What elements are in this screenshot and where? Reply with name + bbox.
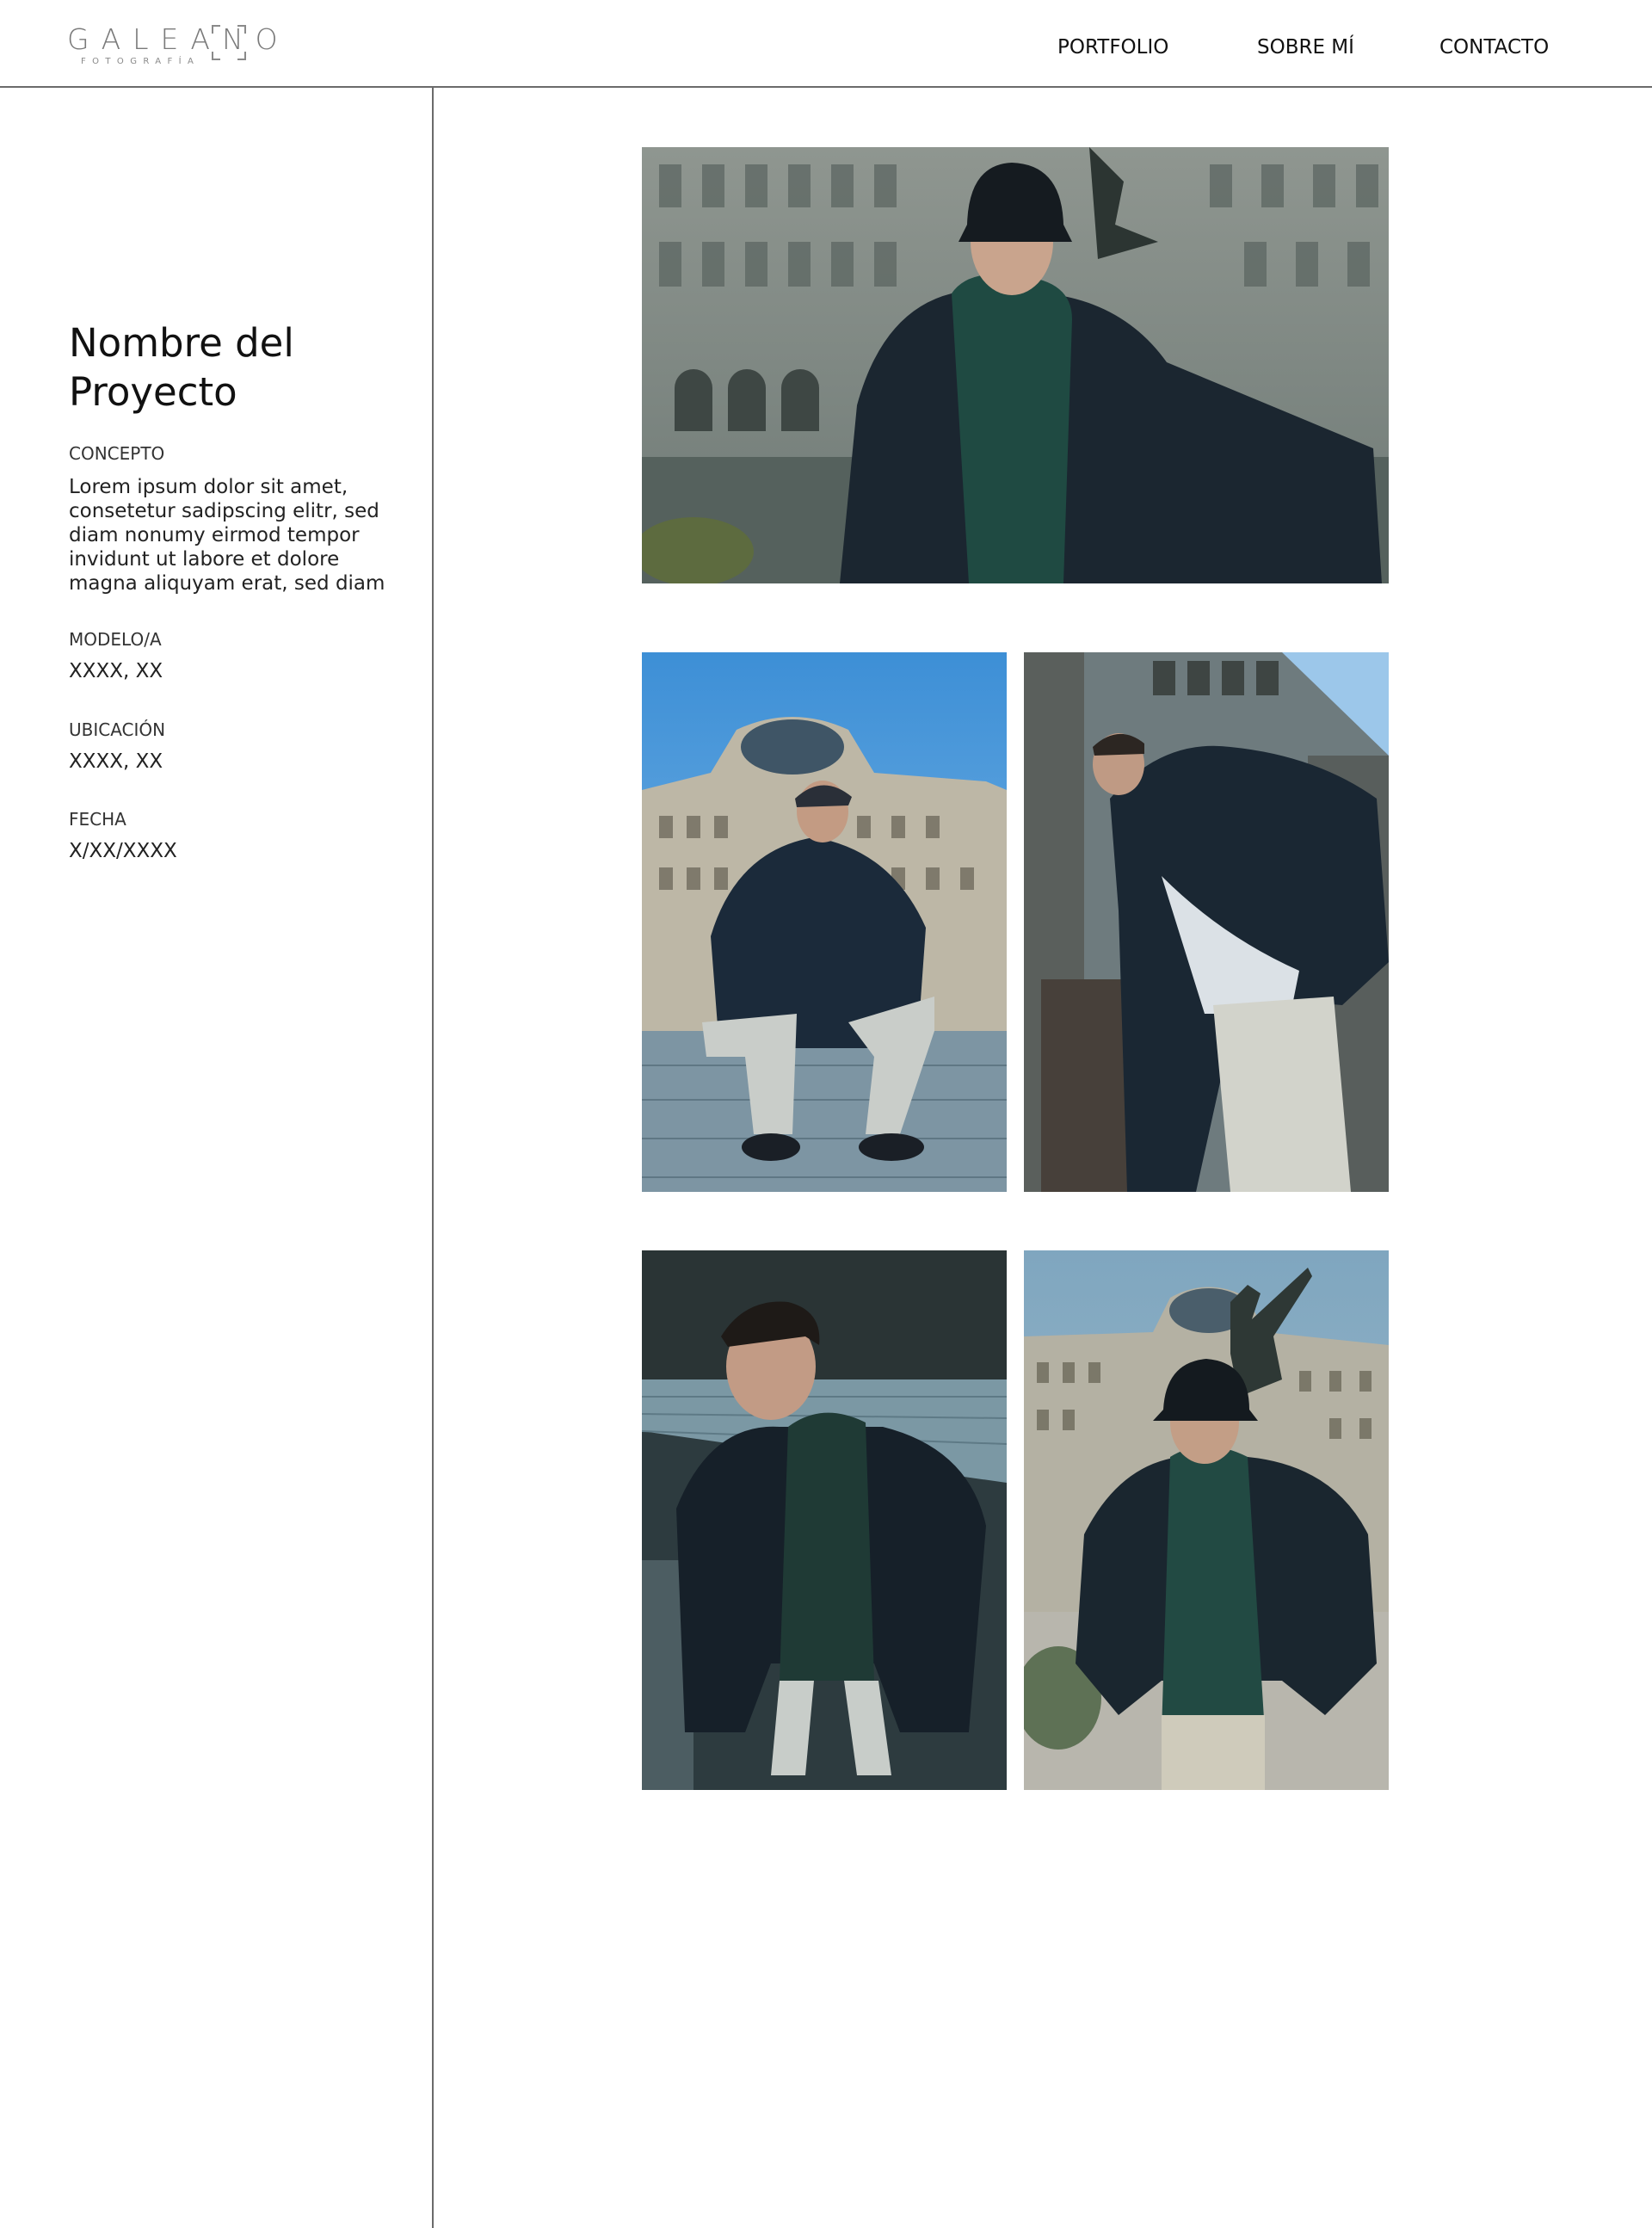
date-value: X/XX/XXXX xyxy=(69,840,177,862)
logo-bracket-icon xyxy=(212,52,220,60)
date-label: FECHA xyxy=(69,809,126,830)
location-value: XXXX, XX xyxy=(69,750,163,773)
concept-label: CONCEPTO xyxy=(69,443,165,464)
photo-illustration xyxy=(1024,1250,1389,1790)
logo-bracket-icon xyxy=(237,25,246,34)
brand-logo[interactable]: GALEANO FOTOGRAFÍA xyxy=(67,22,278,71)
logo-bracket-icon xyxy=(212,25,220,34)
gallery-photo-1[interactable] xyxy=(642,147,1389,583)
concept-text: Lorem ipsum dolor sit amet, consetetur s… xyxy=(69,476,385,595)
nav-about-link[interactable]: SOBRE MÍ xyxy=(1257,33,1354,62)
logo-bracket-icon xyxy=(237,52,246,60)
model-value: XXXX, XX xyxy=(69,660,163,682)
brand-tagline: FOTOGRAFÍA xyxy=(81,57,200,66)
location-label: UBICACIÓN xyxy=(69,719,166,740)
nav-contact-link[interactable]: CONTACTO xyxy=(1439,33,1549,62)
brand-name: GALEANO xyxy=(67,22,290,56)
gallery-photo-4[interactable] xyxy=(642,1250,1007,1790)
photo-illustration xyxy=(642,652,1007,1192)
gallery-photo-5[interactable] xyxy=(1024,1250,1389,1790)
gallery-photo-3[interactable] xyxy=(1024,652,1389,1192)
photo-illustration xyxy=(642,147,1389,583)
model-label: MODELO/A xyxy=(69,629,162,650)
photo-illustration xyxy=(642,1250,1007,1790)
sidebar-divider xyxy=(432,88,434,2228)
nav-portfolio-link[interactable]: PORTFOLIO xyxy=(1057,33,1168,62)
site-header: GALEANO FOTOGRAFÍA PORTFOLIO SOBRE MÍ CO… xyxy=(0,0,1652,88)
photo-illustration xyxy=(1024,652,1389,1192)
project-sidebar: Nombre del Proyecto CONCEPTO Lorem ipsum… xyxy=(69,318,413,862)
project-title: Nombre del Proyecto xyxy=(69,320,294,415)
gallery-photo-2[interactable] xyxy=(642,652,1007,1192)
